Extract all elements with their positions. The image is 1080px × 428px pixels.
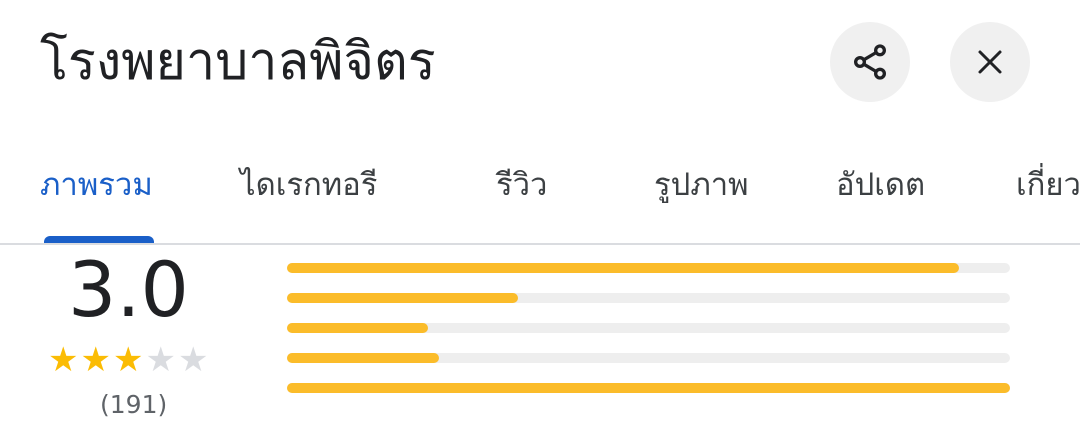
tab-updates[interactable]: อัปเดต [836, 162, 925, 208]
star-filled-icon: ★ [112, 340, 144, 380]
star-empty-icon: ★ [145, 340, 176, 380]
tab-bar: ภาพรวม ไดเรกทอรี รีวิว รูปภาพ อัปเดต เกี… [0, 140, 1080, 244]
place-sheet: โรงพยาบาลพิจิตร ภาพรวม ไดเรกทอรี รีวิว ร… [0, 0, 1080, 428]
review-count[interactable]: (191) [100, 388, 167, 422]
close-icon [975, 47, 1005, 77]
rating-value: 3.0 [68, 245, 189, 334]
close-button[interactable] [950, 22, 1030, 102]
rating-bar-2-star[interactable] [287, 353, 1010, 363]
tab-directory[interactable]: ไดเรกทอรี [240, 162, 377, 208]
tab-about[interactable]: เกี่ยว [1016, 162, 1080, 208]
share-button[interactable] [830, 22, 910, 102]
tab-overview[interactable]: ภาพรวม [40, 162, 153, 208]
rating-bar-fill [287, 353, 439, 363]
rating-bar-5-star[interactable] [287, 263, 1010, 273]
place-title: โรงพยาบาลพิจิตร [40, 32, 436, 92]
rating-bar-4-star[interactable] [287, 293, 1010, 303]
rating-stars: ★ ★ ★ ★ ★ [48, 342, 208, 378]
rating-bar-fill [287, 263, 959, 273]
rating-bar-fill [287, 383, 1010, 393]
rating-bar-fill [287, 293, 518, 303]
rating-bar-3-star[interactable] [287, 323, 1010, 333]
star-filled-icon: ★ [80, 340, 111, 380]
share-icon [850, 42, 890, 82]
tab-photos[interactable]: รูปภาพ [654, 162, 749, 208]
rating-bar-1-star[interactable] [287, 383, 1010, 393]
star-filled-icon: ★ [48, 340, 79, 380]
rating-bar-fill [287, 323, 428, 333]
rating-distribution [287, 263, 1010, 413]
tab-reviews[interactable]: รีวิว [496, 162, 547, 208]
star-empty-icon: ★ [177, 340, 209, 380]
